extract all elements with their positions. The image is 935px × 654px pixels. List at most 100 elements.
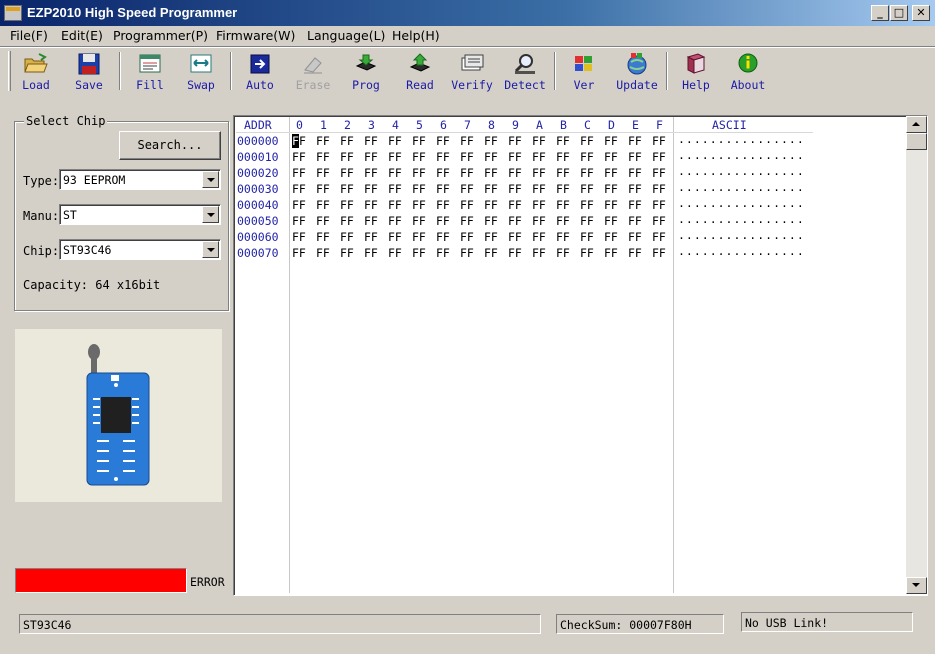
auto-button[interactable]: Auto [234, 50, 286, 92]
hex-byte-cell[interactable]: FF [388, 214, 402, 228]
hex-byte-cell[interactable]: FF [604, 182, 618, 196]
hex-byte-cell[interactable]: FF [364, 214, 378, 228]
hex-byte-cell[interactable]: FF [292, 166, 306, 180]
hex-byte-cell[interactable]: FF [628, 214, 642, 228]
hex-byte-cell[interactable]: FF [388, 166, 402, 180]
hex-byte-cell[interactable]: FF [316, 166, 330, 180]
swap-button[interactable]: Swap [175, 50, 227, 92]
hex-byte-cell[interactable]: FF [364, 182, 378, 196]
hex-byte-cell[interactable]: FF [604, 166, 618, 180]
hex-byte-cell[interactable]: FF [652, 166, 666, 180]
hex-byte-cell[interactable]: FF [364, 134, 378, 148]
hex-byte-cell[interactable]: FF [388, 246, 402, 260]
hex-byte-cell[interactable]: FF [484, 150, 498, 164]
hex-byte-cell[interactable]: FF [340, 166, 354, 180]
hex-byte-cell[interactable]: FF [316, 214, 330, 228]
hex-byte-cell[interactable]: FF [316, 198, 330, 212]
hex-byte-cell[interactable]: FF [340, 150, 354, 164]
hex-byte-cell[interactable]: FF [412, 198, 426, 212]
hex-byte-cell[interactable]: FF [628, 230, 642, 244]
menu-file[interactable]: File(F) [10, 28, 48, 43]
hex-byte-cell[interactable]: FF [388, 134, 402, 148]
hex-byte-cell[interactable]: FF [340, 182, 354, 196]
hex-byte-cell[interactable]: FF [484, 134, 498, 148]
hex-byte-cell[interactable]: FF [364, 198, 378, 212]
hex-byte-cell[interactable]: FF [484, 198, 498, 212]
hex-byte-cell[interactable]: FF [556, 166, 570, 180]
update-button[interactable]: Update [611, 50, 663, 92]
hex-byte-cell[interactable]: FF [412, 182, 426, 196]
search-button[interactable]: Search... [119, 131, 221, 160]
menu-help[interactable]: Help(H) [392, 28, 440, 43]
hex-byte-cell[interactable]: FF [412, 166, 426, 180]
hex-byte-cell[interactable]: FF [316, 134, 330, 148]
hex-byte-cell[interactable]: FF [364, 150, 378, 164]
hex-byte-cell[interactable]: FF [412, 134, 426, 148]
hex-byte-cell[interactable]: FF [652, 214, 666, 228]
hex-row-ascii[interactable]: ................ [678, 228, 805, 242]
hex-byte-cell[interactable]: FF [532, 134, 546, 148]
hex-byte-cell[interactable]: FF [604, 230, 618, 244]
app-icon[interactable] [4, 5, 22, 21]
hex-byte-cell[interactable]: FF [292, 150, 306, 164]
hex-editor[interactable]: ADDR 0 1 2 3 4 5 6 7 8 9 A B C D E F ASCII 000000 FF FF FF… [233, 115, 928, 596]
hex-byte-cell[interactable]: FF [556, 230, 570, 244]
hex-byte-cell[interactable]: FF [556, 214, 570, 228]
save-button[interactable]: Save [63, 50, 115, 92]
hex-row-ascii[interactable]: ................ [678, 148, 805, 162]
hex-byte-cell[interactable]: FF [508, 134, 522, 148]
hex-byte-cell[interactable]: FF [628, 134, 642, 148]
hex-byte-cell[interactable]: FF [340, 198, 354, 212]
hex-row-ascii[interactable]: ................ [678, 180, 805, 194]
hex-byte-cell[interactable]: FF [628, 182, 642, 196]
hex-byte-cell[interactable]: FF [484, 214, 498, 228]
hex-byte-cell[interactable]: FF [316, 150, 330, 164]
ver-button[interactable]: Ver [558, 50, 610, 92]
menu-language[interactable]: Language(L) [307, 28, 385, 43]
hex-byte-cell[interactable]: FF [388, 230, 402, 244]
hex-row-ascii[interactable]: ................ [678, 196, 805, 210]
help-button[interactable]: Help [670, 50, 722, 92]
hex-byte-cell[interactable]: FF [460, 182, 474, 196]
hex-byte-cell[interactable]: FF [532, 214, 546, 228]
hex-byte-cell[interactable]: FF [556, 182, 570, 196]
hex-byte-cell[interactable]: FF [556, 198, 570, 212]
hex-byte-cell[interactable]: FF [604, 150, 618, 164]
hex-byte-cell[interactable]: FF [532, 246, 546, 260]
hex-byte-cell[interactable]: FF [316, 182, 330, 196]
hex-byte-cell[interactable]: FF [604, 214, 618, 228]
close-button[interactable]: ✕ [912, 5, 930, 21]
hex-byte-cell[interactable]: FF [292, 182, 306, 196]
hex-byte-cell[interactable]: FF [388, 150, 402, 164]
menu-edit[interactable]: Edit(E) [61, 28, 103, 43]
hex-byte-cell[interactable]: FF [460, 198, 474, 212]
hex-byte-cell[interactable]: FF [412, 150, 426, 164]
hex-byte-cell[interactable]: FF [556, 150, 570, 164]
type-select[interactable]: 93 EEPROM [59, 169, 221, 190]
scroll-up-button[interactable] [906, 116, 927, 133]
hex-byte-cell[interactable]: FF [628, 166, 642, 180]
hex-byte-cell[interactable]: FF [532, 230, 546, 244]
minimize-button[interactable]: _ [871, 5, 889, 21]
hex-byte-cell[interactable]: FF [556, 134, 570, 148]
hex-byte-cell[interactable]: FF [580, 198, 594, 212]
hex-byte-cell[interactable]: FF [580, 150, 594, 164]
erase-button[interactable]: Erase [287, 50, 339, 92]
hex-byte-cell[interactable]: FF [580, 246, 594, 260]
hex-byte-cell[interactable]: FF [340, 246, 354, 260]
hex-byte-cell[interactable]: FF [340, 214, 354, 228]
hex-byte-cell[interactable]: FF [556, 246, 570, 260]
hex-byte-cell[interactable]: FF [292, 214, 306, 228]
hex-row-ascii[interactable]: ................ [678, 164, 805, 178]
hex-row-ascii[interactable]: ................ [678, 212, 805, 226]
hex-byte-cell[interactable]: FF [628, 246, 642, 260]
hex-byte-cell[interactable]: FF [508, 246, 522, 260]
hex-byte-cell[interactable]: FF [436, 182, 450, 196]
hex-byte-cell[interactable]: FF [436, 214, 450, 228]
hex-byte-cell[interactable]: FF [460, 230, 474, 244]
scroll-thumb[interactable] [906, 133, 927, 150]
hex-byte-cell[interactable]: FF [436, 246, 450, 260]
hex-byte-cell[interactable]: FF [532, 150, 546, 164]
manu-select[interactable]: ST [59, 204, 221, 225]
hex-byte-cell[interactable]: FF [580, 134, 594, 148]
